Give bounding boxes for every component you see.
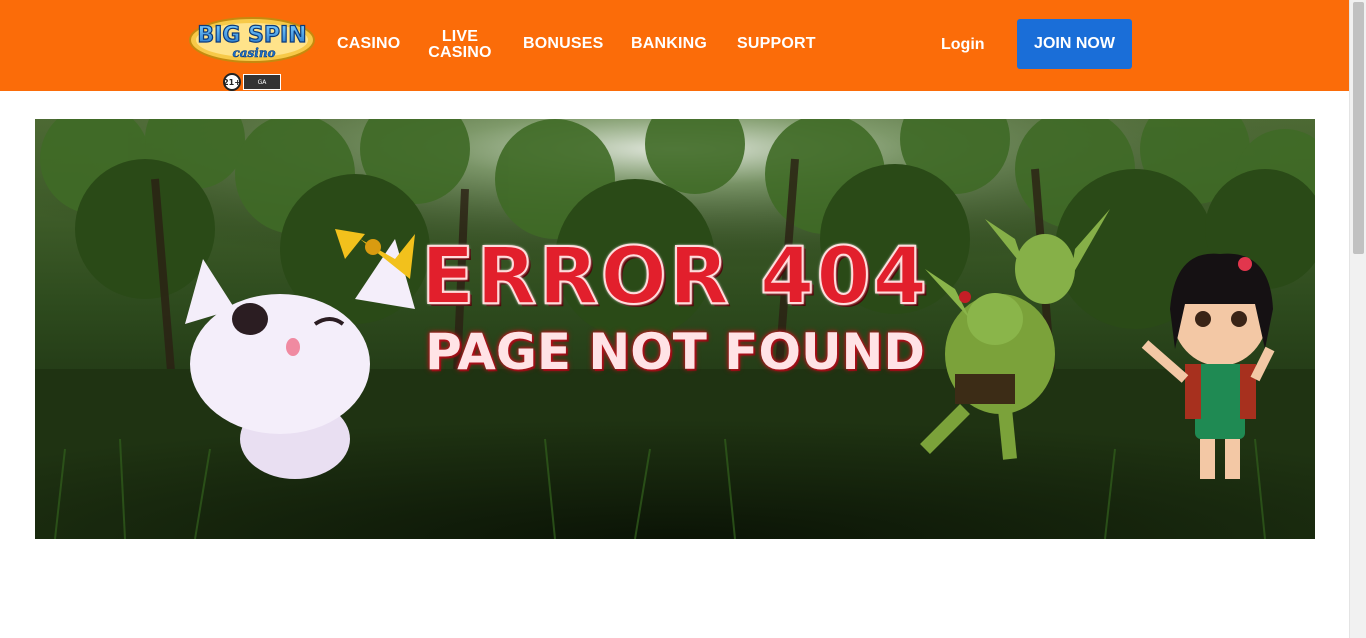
- scrollbar-thumb[interactable]: [1353, 2, 1364, 254]
- logo-image: BIG SPIN casino: [189, 17, 315, 63]
- nav-support[interactable]: SUPPORT: [737, 36, 816, 52]
- header-bar: BIG SPIN casino 21+ GA CASINO LIVE CASIN…: [0, 0, 1349, 91]
- error-404-banner: ERROR 404 PAGE NOT FOUND: [35, 119, 1315, 539]
- join-now-button[interactable]: JOIN NOW: [1017, 19, 1132, 69]
- site-logo[interactable]: BIG SPIN casino 21+ GA: [188, 10, 318, 91]
- nav-live-casino[interactable]: LIVE CASINO: [428, 29, 492, 61]
- logo-sub-text: casino: [232, 46, 275, 60]
- login-link[interactable]: Login: [941, 36, 985, 54]
- nav-live-casino-line2: CASINO: [428, 44, 492, 61]
- nav-bonuses[interactable]: BONUSES: [523, 36, 604, 52]
- age-restriction-badge: 21+: [223, 73, 241, 91]
- gamblers-anonymous-badge[interactable]: GA: [243, 74, 281, 90]
- compliance-badges: 21+ GA: [223, 73, 281, 91]
- nav-live-casino-line1: LIVE: [441, 28, 479, 45]
- error-title: ERROR 404: [420, 232, 929, 322]
- error-subtitle: PAGE NOT FOUND: [425, 323, 925, 381]
- page-scrollbar[interactable]: [1349, 0, 1366, 638]
- nav-banking[interactable]: BANKING: [631, 36, 707, 52]
- nav-casino[interactable]: CASINO: [337, 36, 400, 52]
- logo-main-text: BIG SPIN: [197, 23, 306, 48]
